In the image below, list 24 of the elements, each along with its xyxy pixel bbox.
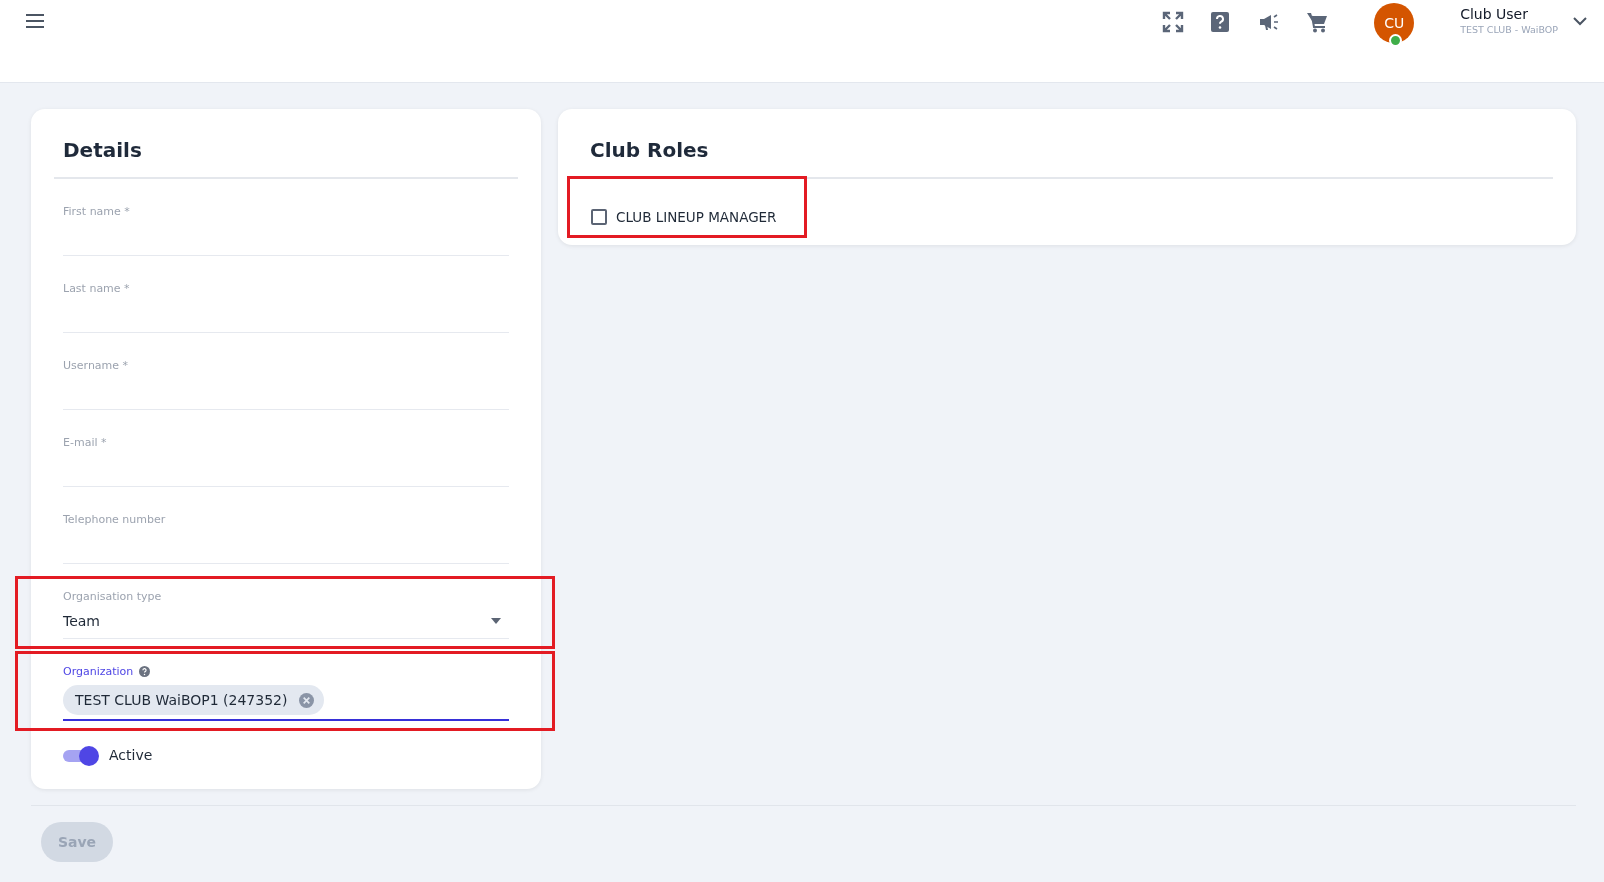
- field-label: First name *: [63, 205, 130, 218]
- user-name: Club User: [1460, 6, 1529, 22]
- dropdown-value: Team: [63, 612, 100, 629]
- card-title: Details: [62, 137, 143, 164]
- role-checkbox[interactable]: [591, 209, 607, 225]
- dropdown-field[interactable]: Team: [63, 603, 509, 639]
- user-avatar[interactable]: CU: [1374, 3, 1415, 43]
- field-label: E-mail *: [63, 436, 107, 449]
- field-label: Organisation type: [63, 590, 162, 603]
- user-club: TEST CLUB - WaiBOP: [1460, 24, 1558, 35]
- organization-chip: TEST CLUB WaiBOP1 (247352): [63, 685, 325, 715]
- field-label: Organization: [63, 665, 134, 678]
- chevron-down-icon[interactable]: [1572, 15, 1588, 27]
- menu-icon[interactable]: [24, 13, 46, 31]
- active-toggle[interactable]: [63, 745, 99, 765]
- role-label: CLUB LINEUP MANAGER: [616, 209, 777, 225]
- card-title: Club Roles: [589, 137, 710, 164]
- chip-input-field[interactable]: TEST CLUB WaiBOP1 (247352): [63, 678, 509, 721]
- field-label: Username *: [63, 359, 129, 372]
- field-label: Telephone number: [63, 513, 166, 526]
- toggle-label: Active: [109, 747, 153, 763]
- caret-icon: [491, 617, 501, 624]
- help-icon: [139, 666, 151, 677]
- field-label: Last name *: [63, 282, 130, 295]
